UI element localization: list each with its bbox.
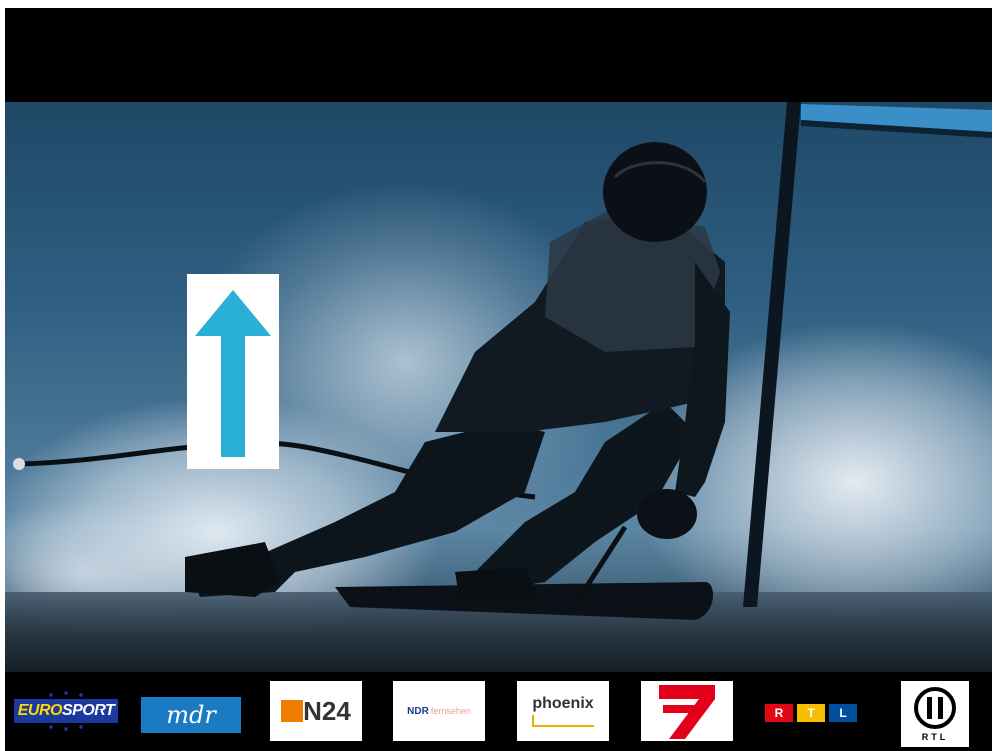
n24-orange-block (281, 700, 304, 722)
phoenix-label: phoenix (532, 695, 594, 712)
rtl-letter-t: T (797, 704, 825, 722)
rtl2-label: RTL (921, 732, 949, 742)
channel-logo-eurosport[interactable]: EUROSPORT (13, 689, 119, 733)
channel-logo-rtl[interactable]: R T L (759, 700, 863, 726)
up-arrow-button[interactable] (187, 274, 279, 469)
video-player: EUROSPORT mdr N24 NDR fernsehen phoenix R… (5, 8, 992, 751)
skier-silhouette (13, 102, 992, 620)
channel-logo-n24[interactable]: N24 (270, 681, 362, 741)
channel-logo-rtl2[interactable]: RTL (901, 681, 969, 747)
up-arrow-icon (195, 289, 271, 457)
channel-logo-ndr[interactable]: NDR fernsehen (393, 681, 485, 741)
channel-logo-mdr[interactable]: mdr (141, 697, 241, 733)
ndr-label: NDR fernsehen (407, 705, 471, 717)
rtl-letter-r: R (765, 704, 793, 722)
star-ring-icon (31, 691, 101, 731)
mdr-label: mdr (166, 701, 216, 729)
prosieben-seven-icon (659, 685, 715, 739)
video-frame (5, 102, 992, 672)
circle-ii-icon (914, 687, 956, 729)
letterbox-top-bar (5, 8, 992, 102)
channel-logo-phoenix[interactable]: phoenix (517, 681, 609, 741)
rtl-letter-l: L (829, 704, 857, 722)
phoenix-underline (532, 715, 594, 727)
n24-label: N24 (303, 695, 351, 726)
channel-bar: EUROSPORT mdr N24 NDR fernsehen phoenix R… (5, 672, 992, 751)
channel-logo-prosieben[interactable] (641, 681, 733, 741)
